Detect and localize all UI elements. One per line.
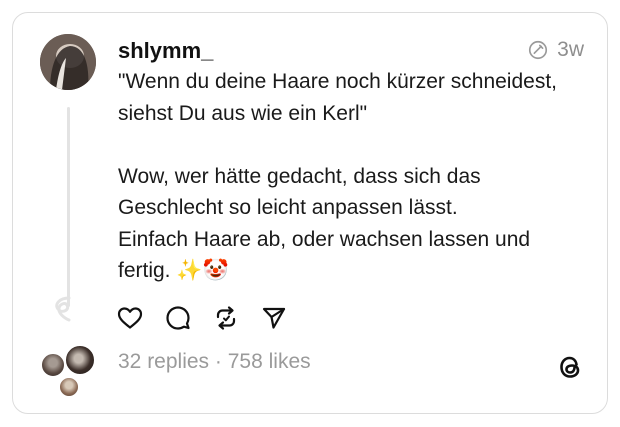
comment-icon [166, 306, 190, 330]
post-time: 3w [557, 38, 584, 61]
repost-button[interactable] [212, 304, 240, 332]
post-stats[interactable]: 32 replies · 758 likes [118, 350, 311, 374]
author-avatar[interactable] [40, 34, 96, 90]
share-button[interactable] [260, 304, 288, 332]
post-body: "Wenn du deine Haare noch kürzer schneid… [118, 66, 588, 287]
post-username[interactable]: shlymm_ [118, 38, 213, 64]
avatar [40, 352, 66, 378]
post-line: Wow, wer hätte gedacht, dass sich das [118, 164, 481, 188]
action-bar [116, 304, 288, 332]
reply-button[interactable] [164, 304, 192, 332]
likes-count[interactable]: 758 likes [228, 350, 311, 373]
share-icon [262, 307, 286, 329]
heart-icon [117, 307, 143, 329]
post-meta: 3w [527, 38, 584, 62]
threads-logo-icon[interactable] [556, 352, 584, 382]
repost-icon [216, 306, 236, 330]
replies-count[interactable]: 32 replies [118, 350, 209, 373]
avatar [64, 344, 96, 376]
post-line: siehst Du aus wie ein Kerl" [118, 101, 368, 125]
avatar [58, 376, 80, 398]
replier-avatars[interactable] [40, 342, 100, 402]
post-line: "Wenn du deine Haare noch kürzer schneid… [118, 70, 557, 93]
post-line: Geschlecht so leicht anpassen lässt. [118, 196, 458, 219]
post-line: fertig. ✨🤡 [118, 259, 229, 282]
thread-line [67, 107, 70, 307]
like-button[interactable] [116, 304, 144, 332]
edit-icon [529, 40, 548, 60]
thread-loop-icon [55, 296, 71, 322]
stats-separator: · [214, 350, 222, 373]
post-line: Einfach Haare ab, oder wachsen lassen un… [118, 227, 531, 251]
